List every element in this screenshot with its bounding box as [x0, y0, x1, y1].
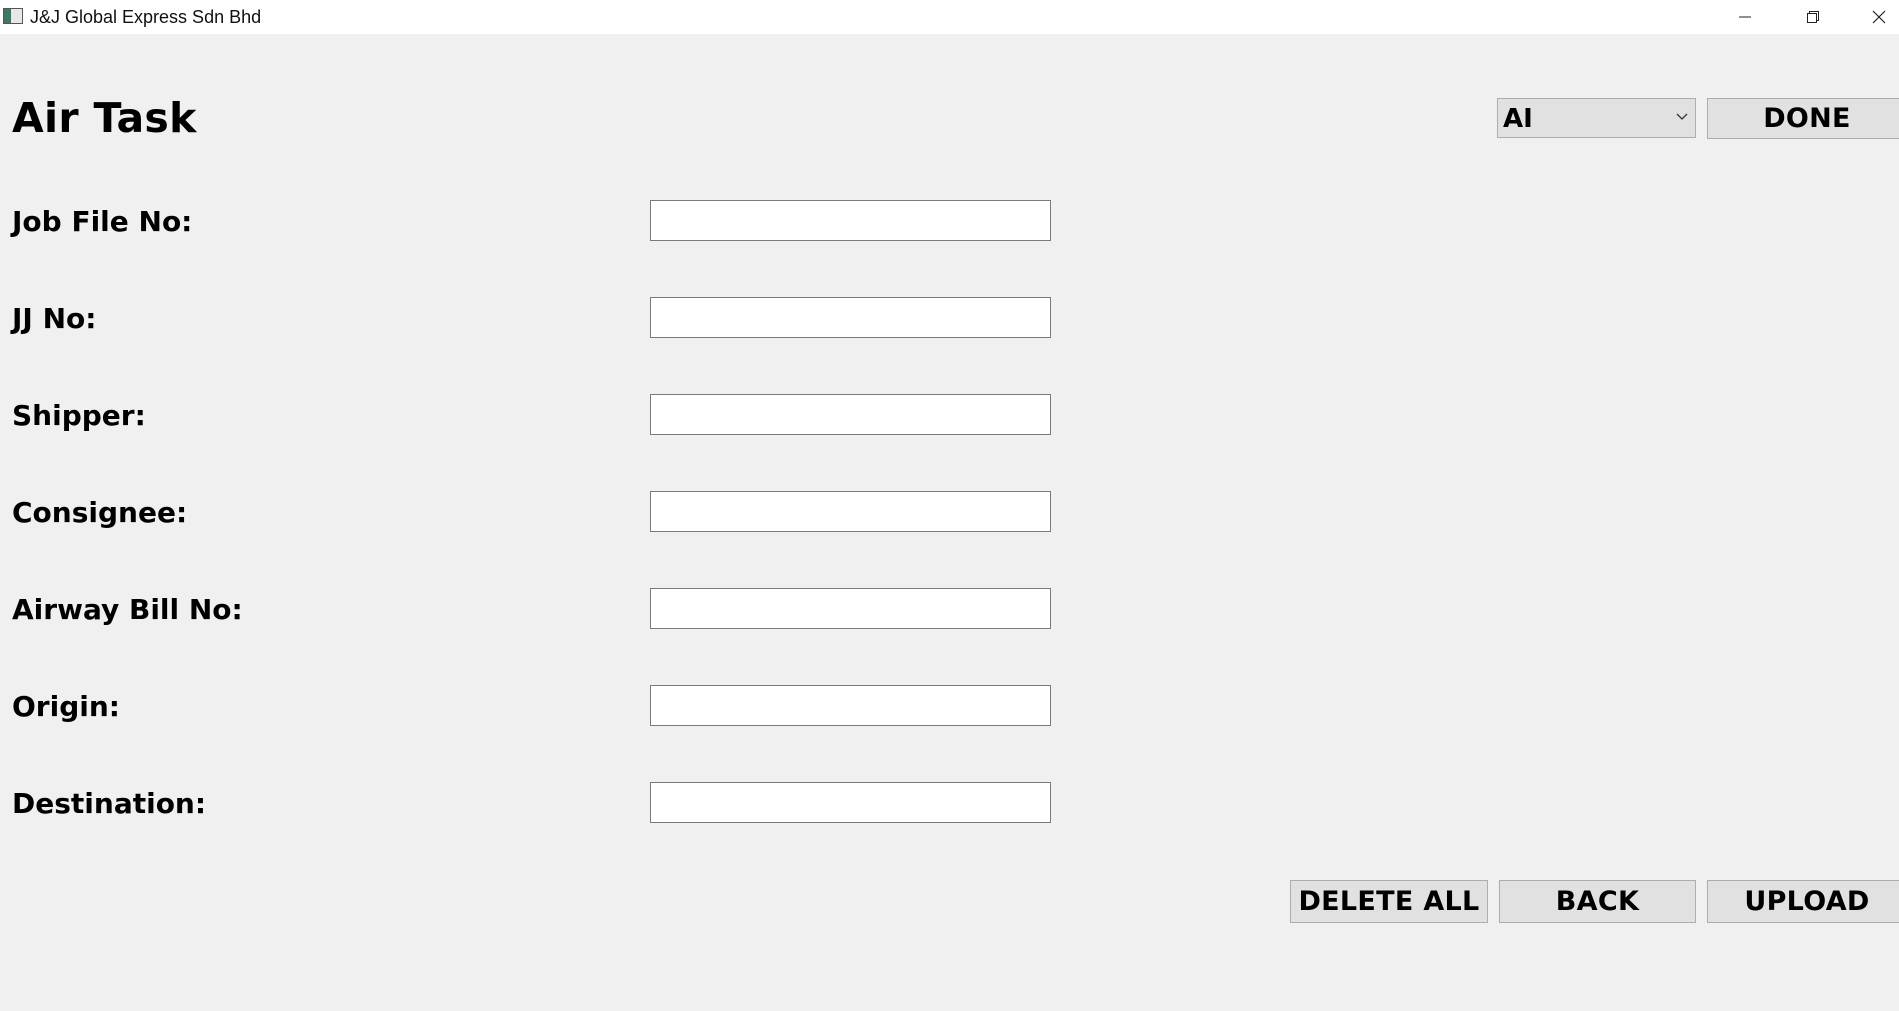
- mode-select-value: AI: [1503, 104, 1533, 134]
- window-title: J&J Global Express Sdn Bhd: [30, 7, 262, 27]
- minimize-button[interactable]: [1722, 0, 1768, 34]
- page-title: Air Task: [12, 94, 197, 142]
- job-file-no-input[interactable]: [650, 200, 1051, 241]
- job-file-no-label: Job File No:: [12, 205, 193, 238]
- jj-no-input[interactable]: [650, 297, 1051, 338]
- app-icon: [3, 8, 23, 24]
- restore-button[interactable]: [1790, 0, 1836, 34]
- destination-label: Destination:: [12, 787, 207, 820]
- airway-bill-no-label: Airway Bill No:: [12, 593, 243, 626]
- consignee-input[interactable]: [650, 491, 1051, 532]
- minimize-icon: [1739, 16, 1751, 18]
- consignee-label: Consignee:: [12, 496, 188, 529]
- close-button[interactable]: [1856, 0, 1899, 34]
- origin-input[interactable]: [650, 685, 1051, 726]
- close-icon: [1872, 10, 1886, 24]
- back-button[interactable]: BACK: [1499, 880, 1696, 923]
- upload-button[interactable]: UPLOAD: [1707, 880, 1899, 923]
- shipper-label: Shipper:: [12, 399, 146, 432]
- window-titlebar[interactable]: J&J Global Express Sdn Bhd: [0, 0, 1899, 34]
- delete-all-button[interactable]: DELETE ALL: [1290, 880, 1488, 923]
- chevron-down-icon: [1676, 113, 1688, 120]
- restore-icon: [1807, 11, 1819, 23]
- origin-label: Origin:: [12, 690, 120, 723]
- jj-no-label: JJ No:: [12, 302, 97, 335]
- destination-input[interactable]: [650, 782, 1051, 823]
- airway-bill-no-input[interactable]: [650, 588, 1051, 629]
- mode-select[interactable]: AI: [1497, 98, 1696, 138]
- done-button[interactable]: DONE: [1707, 98, 1899, 139]
- shipper-input[interactable]: [650, 394, 1051, 435]
